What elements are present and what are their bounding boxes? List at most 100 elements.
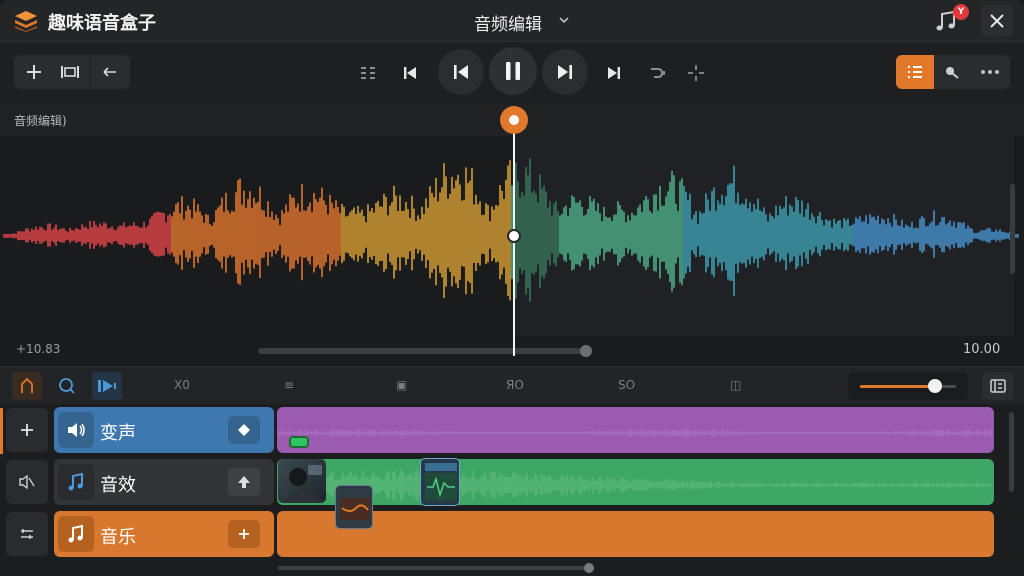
skip-start-button[interactable]: [396, 59, 424, 87]
list-icon: [908, 66, 922, 78]
voice-clip[interactable]: [277, 407, 994, 453]
timeline-settings-button[interactable]: [982, 372, 1014, 400]
video-icon: [98, 380, 116, 392]
thumbnail-image: [284, 465, 326, 503]
notification-badge: Y: [953, 4, 969, 20]
zoom-slider-fill: [860, 385, 935, 388]
track-add-button[interactable]: [228, 520, 260, 548]
timeline-tick: ≡: [284, 378, 295, 392]
track-name: 音乐: [100, 527, 136, 548]
vertical-scrollbar[interactable]: [1010, 184, 1015, 274]
more-icon: [981, 70, 999, 74]
skip-forward-icon: [608, 67, 620, 79]
title-bar: 趣味语音盒子 音频编辑 Y: [0, 0, 1024, 42]
music-note-icon: [58, 464, 94, 500]
crosshair-icon: [688, 65, 704, 81]
skip-end-button[interactable]: [600, 59, 628, 87]
select-tool-button[interactable]: [12, 372, 42, 400]
app-title: 趣味语音盒子: [48, 13, 156, 34]
track-list: 变声 音效 音乐: [0, 404, 1024, 576]
timeline-tick: X0: [174, 378, 190, 392]
timeline-tick: ЯO: [506, 378, 524, 392]
toolbar-divider: [90, 55, 91, 89]
back-button[interactable]: [92, 55, 128, 89]
timeline-tick: ▣: [396, 378, 408, 392]
trim-icon: [61, 66, 79, 78]
clip-marker[interactable]: [289, 436, 309, 448]
clip-thumbnail[interactable]: [420, 458, 460, 506]
zoom-slider-knob[interactable]: [927, 379, 942, 393]
add-track-button[interactable]: [6, 408, 48, 452]
split-button[interactable]: [354, 59, 382, 87]
zoom-control: [848, 372, 968, 400]
video-track-button[interactable]: [92, 372, 122, 400]
plus-icon: [239, 529, 249, 539]
pause-button[interactable]: [489, 47, 537, 95]
app-logo-icon: [15, 11, 37, 32]
project-title[interactable]: 音频编辑: [474, 10, 542, 35]
sfx-clip[interactable]: [277, 459, 994, 505]
music-clip[interactable]: [277, 511, 994, 557]
timeline-tick: ◫: [730, 378, 742, 392]
playhead-handle[interactable]: [500, 106, 528, 134]
plus-icon: [21, 424, 33, 436]
arrow-up-icon: [238, 476, 250, 488]
search-tool-button[interactable]: [52, 372, 82, 400]
waveform-scrollbar[interactable]: [258, 345, 592, 357]
music-note-icon: [58, 516, 94, 552]
timeline-tick: SO: [618, 378, 636, 392]
next-icon: [558, 65, 572, 79]
close-button[interactable]: [981, 5, 1013, 37]
app-window: 趣味语音盒子 音频编辑 Y 音频编辑) +10.83 10.00 X0 ≡ ▣ …: [0, 0, 1024, 576]
loop-button[interactable]: [644, 59, 672, 87]
thumbnail-image: [340, 498, 370, 520]
playhead-center-dot: [507, 229, 521, 243]
trim-button[interactable]: [52, 55, 88, 89]
search-icon: [59, 378, 75, 394]
split-icon: [361, 67, 375, 79]
list-view-button[interactable]: [896, 55, 934, 89]
clip-waveform: [278, 469, 992, 501]
track-selection-indicator: [0, 408, 3, 454]
tracks-scrollbar[interactable]: [1009, 412, 1014, 492]
next-button[interactable]: [542, 49, 588, 95]
loop-icon: [651, 68, 665, 78]
track-effect-button[interactable]: [228, 416, 260, 444]
clip-thumbnail[interactable]: [278, 459, 326, 503]
track-header-voice[interactable]: 变声: [54, 407, 274, 453]
time-start: +10.83: [16, 342, 61, 356]
track-settings-button[interactable]: [6, 512, 48, 556]
more-button[interactable]: [972, 55, 1008, 89]
timeline-scrollbar[interactable]: [278, 563, 594, 573]
marker-button[interactable]: [934, 55, 970, 89]
thumbnail-image: [425, 463, 457, 501]
track-header-sfx[interactable]: 音效: [54, 459, 274, 505]
pointer-icon: [21, 377, 33, 393]
pause-icon: [506, 62, 520, 80]
arrow-left-icon: [103, 67, 116, 77]
track-upload-button[interactable]: [228, 468, 260, 496]
mute-track-button[interactable]: [6, 460, 48, 504]
previous-button[interactable]: [438, 49, 484, 95]
settings-panel-icon: [990, 379, 1006, 393]
track-header-music[interactable]: 音乐: [54, 511, 274, 557]
view-mode-group: [896, 55, 1010, 89]
previous-icon: [454, 65, 468, 79]
track-name: 变声: [100, 423, 136, 444]
waveform-scroll-thumb[interactable]: [580, 345, 592, 357]
timeline-toolbar: X0 ≡ ▣ ЯO SO ◫: [0, 366, 1024, 404]
list-icon: [21, 529, 33, 539]
crosshair-button[interactable]: [682, 59, 710, 87]
clip-thumbnail[interactable]: [335, 485, 373, 529]
plus-icon: [27, 65, 41, 79]
chevron-down-icon[interactable]: [558, 14, 570, 26]
add-button[interactable]: [16, 55, 52, 89]
marker-icon: [946, 67, 959, 79]
time-end: 10.00: [963, 342, 1001, 357]
speaker-icon: [58, 412, 94, 448]
timeline-scroll-knob[interactable]: [584, 563, 594, 573]
track-name: 音效: [100, 475, 136, 496]
toolbar: [0, 43, 1024, 103]
close-icon: [990, 14, 1004, 28]
mute-icon: [19, 474, 35, 490]
